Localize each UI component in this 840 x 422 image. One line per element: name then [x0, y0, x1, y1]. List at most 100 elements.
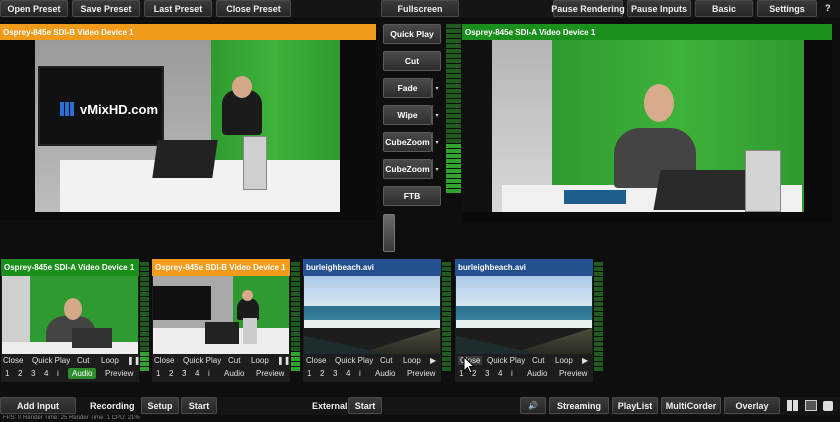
pc-tower [243, 136, 267, 190]
overlay-1-button[interactable]: 1 [156, 369, 160, 378]
pause-icon[interactable]: ❚❚ [127, 356, 140, 365]
info-button[interactable]: i [511, 369, 513, 378]
meter-segment [450, 129, 461, 133]
preview-button[interactable]: Preview [256, 369, 284, 378]
info-button[interactable]: i [208, 369, 210, 378]
overlay-3-button[interactable]: 3 [31, 369, 35, 378]
meter-segment [450, 69, 461, 73]
grid-view-icon[interactable] [787, 400, 798, 411]
multicorder-button[interactable]: MultiCorder [661, 397, 721, 414]
pause-rendering-button[interactable]: Pause Rendering [551, 0, 625, 17]
wipe-button[interactable]: Wipe [383, 105, 432, 125]
input-thumbnail[interactable] [2, 276, 138, 354]
save-preset-button[interactable]: Save Preset [72, 0, 140, 17]
cut-input-button[interactable]: Cut [380, 356, 392, 365]
overlay-4-button[interactable]: 4 [498, 369, 502, 378]
overlay-3-button[interactable]: 3 [182, 369, 186, 378]
meter-segment [450, 179, 461, 183]
fade-dropdown-icon[interactable]: ▾ [432, 78, 441, 98]
playlist-button[interactable]: PlayList [612, 397, 658, 414]
cut-input-button[interactable]: Cut [228, 356, 240, 365]
overlay-3-button[interactable]: 3 [333, 369, 337, 378]
overlay-2-button[interactable]: 2 [169, 369, 173, 378]
loop-button[interactable]: Loop [403, 356, 421, 365]
meter-segment [291, 322, 300, 326]
add-input-button[interactable]: Add Input [0, 397, 76, 414]
quick-play-button[interactable]: Quick Play [383, 24, 441, 44]
info-button[interactable]: i [57, 369, 59, 378]
cubezoom-dropdown-icon-2[interactable]: ▾ [432, 159, 441, 179]
loop-button[interactable]: Loop [555, 356, 573, 365]
quick-play-input-button[interactable]: Quick Play [183, 356, 221, 365]
overlay-2-button[interactable]: 2 [18, 369, 22, 378]
lock-icon[interactable] [823, 401, 833, 411]
quick-play-input-button[interactable]: Quick Play [487, 356, 525, 365]
overlay-4-button[interactable]: 4 [195, 369, 199, 378]
last-preset-button[interactable]: Last Preset [144, 0, 212, 17]
output-screen[interactable] [462, 40, 832, 222]
recording-start-button[interactable]: Start [181, 397, 217, 414]
cubezoom-button-2[interactable]: CubeZoom [383, 159, 432, 179]
fade-button[interactable]: Fade [383, 78, 432, 98]
basic-button[interactable]: Basic [695, 0, 753, 17]
cubezoom-button-1[interactable]: CubeZoom [383, 132, 432, 152]
meter-segment [450, 134, 461, 138]
audio-button[interactable]: Audio [375, 369, 395, 378]
input-tile-3[interactable]: burleighbeach.avi Close Quick Play Cut L… [303, 259, 441, 382]
input-thumbnail[interactable] [456, 276, 592, 354]
settings-button[interactable]: Settings [757, 0, 817, 17]
close-input-button[interactable]: Close [3, 356, 23, 365]
cubezoom-dropdown-icon-1[interactable]: ▾ [432, 132, 441, 152]
preview-screen[interactable]: vMixHD.com [0, 40, 376, 220]
status-bar: FPS: 0 Render Time: 25 Render Time: 1 CP… [3, 415, 140, 421]
meter-segment [594, 292, 603, 296]
preview-button[interactable]: Preview [105, 369, 133, 378]
fullscreen-button[interactable]: Fullscreen [381, 0, 459, 17]
pause-inputs-button[interactable]: Pause Inputs [627, 0, 691, 17]
pause-icon[interactable]: ❚❚ [277, 356, 290, 365]
loop-button[interactable]: Loop [101, 356, 119, 365]
info-button[interactable]: i [359, 369, 361, 378]
open-preset-button[interactable]: Open Preset [0, 0, 68, 17]
audio-button[interactable]: Audio [224, 369, 244, 378]
close-input-button[interactable]: Close [154, 356, 174, 365]
quick-play-input-button[interactable]: Quick Play [335, 356, 373, 365]
overlay-1-button[interactable]: 1 [5, 369, 9, 378]
preview-button[interactable]: Preview [407, 369, 435, 378]
quick-play-input-button[interactable]: Quick Play [32, 356, 70, 365]
input-tile-1[interactable]: Osprey-845e SDI-A Video Device 1 Close Q… [1, 259, 140, 382]
meter-segment [140, 362, 149, 366]
wipe-dropdown-icon[interactable]: ▾ [432, 105, 441, 125]
close-input-button[interactable]: Close [306, 356, 326, 365]
overlay-1-button[interactable]: 1 [307, 369, 311, 378]
preview-button[interactable]: Preview [559, 369, 587, 378]
cut-input-button[interactable]: Cut [532, 356, 544, 365]
overlay-2-button[interactable]: 2 [320, 369, 324, 378]
meter-segment [291, 327, 300, 331]
cut-input-button[interactable]: Cut [77, 356, 89, 365]
streaming-button[interactable]: Streaming [549, 397, 609, 414]
cut-button[interactable]: Cut [383, 51, 441, 71]
t-bar-slider[interactable] [383, 214, 395, 252]
external-start-button[interactable]: Start [348, 397, 382, 414]
audio-button[interactable]: Audio [68, 368, 97, 379]
input-tile-2[interactable]: Osprey-845e SDI-B Video Device 1 Close Q… [152, 259, 290, 382]
input-thumbnail[interactable] [153, 276, 289, 354]
input-tile-4[interactable]: burleighbeach.avi Close Quick Play Cut L… [455, 259, 593, 382]
audio-button[interactable]: Audio [527, 369, 547, 378]
overlay-4-button[interactable]: 4 [44, 369, 48, 378]
recording-setup-button[interactable]: Setup [141, 397, 179, 414]
overlay-button[interactable]: Overlay [724, 397, 780, 414]
input-thumbnail[interactable] [304, 276, 440, 354]
meter-segment [442, 312, 451, 316]
help-button[interactable]: ? [825, 3, 831, 13]
overlay-3-button[interactable]: 3 [485, 369, 489, 378]
play-icon[interactable]: ▶ [582, 356, 588, 365]
volume-icon[interactable]: 🔊 [520, 397, 546, 414]
ftb-button[interactable]: FTB [383, 186, 441, 206]
play-icon[interactable]: ▶ [430, 356, 436, 365]
overlay-4-button[interactable]: 4 [346, 369, 350, 378]
loop-button[interactable]: Loop [251, 356, 269, 365]
fullscreen-output-icon[interactable] [805, 400, 817, 411]
close-preset-button[interactable]: Close Preset [216, 0, 291, 17]
